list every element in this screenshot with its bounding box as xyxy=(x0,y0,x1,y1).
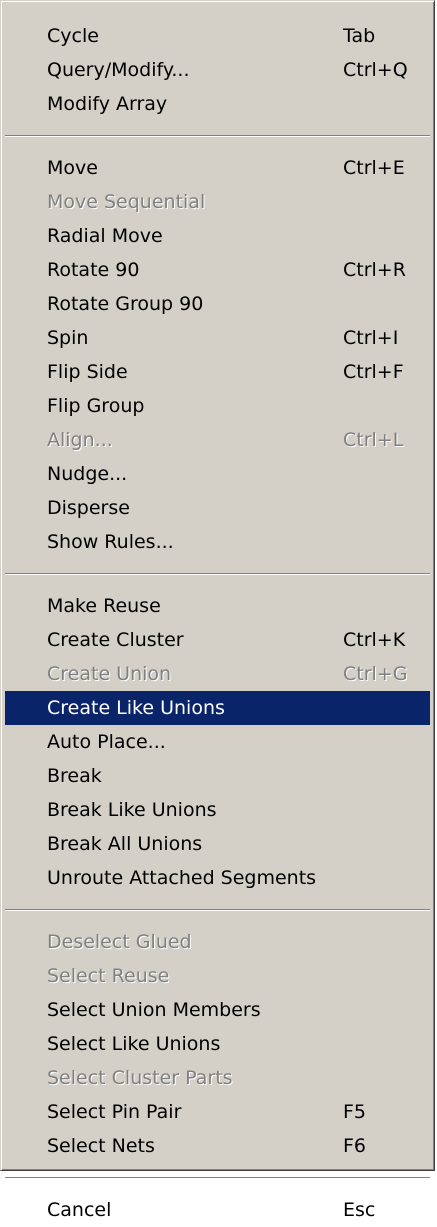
menu-item-flip-group[interactable]: Flip Group xyxy=(5,389,430,423)
menu-item-move-sequential: Move Sequential xyxy=(5,185,430,219)
menu-item-flip-side[interactable]: Flip Side Ctrl+F xyxy=(5,355,430,389)
menu-item-label: Select Nets xyxy=(47,1135,155,1157)
menu-item-shortcut: Esc xyxy=(343,1199,376,1221)
menu-item-select-pin-pair[interactable]: Select Pin Pair F5 xyxy=(5,1095,430,1129)
menu-item-cancel[interactable]: Cancel Esc xyxy=(5,1193,430,1227)
menu-separator xyxy=(5,135,430,137)
menu-item-align: Align... Ctrl+L xyxy=(5,423,430,457)
menu-item-shortcut: Ctrl+L xyxy=(343,429,404,451)
menu-item-select-reuse: Select Reuse xyxy=(5,959,430,993)
menu-item-break[interactable]: Break xyxy=(5,759,430,793)
menu-separator xyxy=(5,573,430,575)
menu-item-select-cluster-parts: Select Cluster Parts xyxy=(5,1061,430,1095)
menu-item-shortcut: Ctrl+G xyxy=(343,663,408,685)
menu-item-label: Modify Array xyxy=(47,93,168,115)
menu-item-shortcut: Ctrl+F xyxy=(343,361,404,383)
menu-item-shortcut: Ctrl+Q xyxy=(343,59,408,81)
menu-item-label: Flip Group xyxy=(47,395,145,417)
menu-item-create-union: Create Union Ctrl+G xyxy=(5,657,430,691)
menu-item-label: Select Like Unions xyxy=(47,1033,221,1055)
menu-item-select-like-unions[interactable]: Select Like Unions xyxy=(5,1027,430,1061)
menu-item-label: Radial Move xyxy=(47,225,163,247)
menu-item-label: Select Cluster Parts xyxy=(47,1067,233,1089)
menu-item-label: Cycle xyxy=(47,25,99,47)
menu-item-select-nets[interactable]: Select Nets F6 xyxy=(5,1129,430,1163)
menu-item-label: Spin xyxy=(47,327,89,349)
menu-item-make-reuse[interactable]: Make Reuse xyxy=(5,589,430,623)
menu-item-label: Make Reuse xyxy=(47,595,161,617)
menu-item-shortcut: Tab xyxy=(343,25,376,47)
menu-item-cycle[interactable]: Cycle Tab xyxy=(5,19,430,53)
menu-item-label: Rotate Group 90 xyxy=(47,293,204,315)
menu-item-label: Select Reuse xyxy=(47,965,170,987)
menu-item-modify-array[interactable]: Modify Array xyxy=(5,87,430,121)
menu-item-nudge[interactable]: Nudge... xyxy=(5,457,430,491)
menu-item-select-union-members[interactable]: Select Union Members xyxy=(5,993,430,1027)
menu-item-label: Break xyxy=(47,765,102,787)
menu-item-label: Align... xyxy=(47,429,113,451)
menu-item-label: Unroute Attached Segments xyxy=(47,867,317,889)
menu-item-label: Create Like Unions xyxy=(47,697,225,719)
menu-item-shortcut: Ctrl+I xyxy=(343,327,399,349)
menu-item-label: Auto Place... xyxy=(47,731,166,753)
context-menu: Cycle Tab Query/Modify... Ctrl+Q Modify Arra… xyxy=(0,0,435,1221)
menu-item-label: Deselect Glued xyxy=(47,931,192,953)
menu-item-auto-place[interactable]: Auto Place... xyxy=(5,725,430,759)
menu-item-label: Move Sequential xyxy=(47,191,206,213)
menu-item-create-like-unions[interactable]: Create Like Unions xyxy=(5,691,430,725)
menu-item-break-like-unions[interactable]: Break Like Unions xyxy=(5,793,430,827)
menu-item-label: Disperse xyxy=(47,497,130,519)
menu-item-label: Create Cluster xyxy=(47,629,184,651)
menu-item-label: Query/Modify... xyxy=(47,59,190,81)
menu-item-disperse[interactable]: Disperse xyxy=(5,491,430,525)
menu-separator xyxy=(5,909,430,911)
menu-item-shortcut: Ctrl+E xyxy=(343,157,405,179)
menu-item-label: Select Pin Pair xyxy=(47,1101,182,1123)
menu-item-show-rules[interactable]: Show Rules... xyxy=(5,525,430,559)
menu-item-rotate-group-90[interactable]: Rotate Group 90 xyxy=(5,287,430,321)
menu-item-query-modify[interactable]: Query/Modify... Ctrl+Q xyxy=(5,53,430,87)
menu-item-break-all-unions[interactable]: Break All Unions xyxy=(5,827,430,861)
menu-item-create-cluster[interactable]: Create Cluster Ctrl+K xyxy=(5,623,430,657)
menu-item-label: Show Rules... xyxy=(47,531,174,553)
menu-item-deselect-glued: Deselect Glued xyxy=(5,925,430,959)
menu-item-label: Break All Unions xyxy=(47,833,203,855)
menu-item-label: Rotate 90 xyxy=(47,259,140,281)
menu-separator xyxy=(5,1177,430,1179)
menu-item-rotate-90[interactable]: Rotate 90 Ctrl+R xyxy=(5,253,430,287)
menu-item-shortcut: F6 xyxy=(343,1135,367,1157)
menu-item-radial-move[interactable]: Radial Move xyxy=(5,219,430,253)
menu-item-shortcut: F5 xyxy=(343,1101,367,1123)
menu-item-label: Move xyxy=(47,157,98,179)
menu-item-label: Create Union xyxy=(47,663,172,685)
menu-item-move[interactable]: Move Ctrl+E xyxy=(5,151,430,185)
menu-item-label: Break Like Unions xyxy=(47,799,217,821)
menu-item-unroute-attached-segments[interactable]: Unroute Attached Segments xyxy=(5,861,430,895)
menu-item-shortcut: Ctrl+K xyxy=(343,629,406,651)
menu-item-label: Cancel xyxy=(47,1199,112,1221)
menu-item-shortcut: Ctrl+R xyxy=(343,259,406,281)
menu-item-label: Select Union Members xyxy=(47,999,261,1021)
menu-item-label: Nudge... xyxy=(47,463,128,485)
menu-item-label: Flip Side xyxy=(47,361,128,383)
menu-item-spin[interactable]: Spin Ctrl+I xyxy=(5,321,430,355)
